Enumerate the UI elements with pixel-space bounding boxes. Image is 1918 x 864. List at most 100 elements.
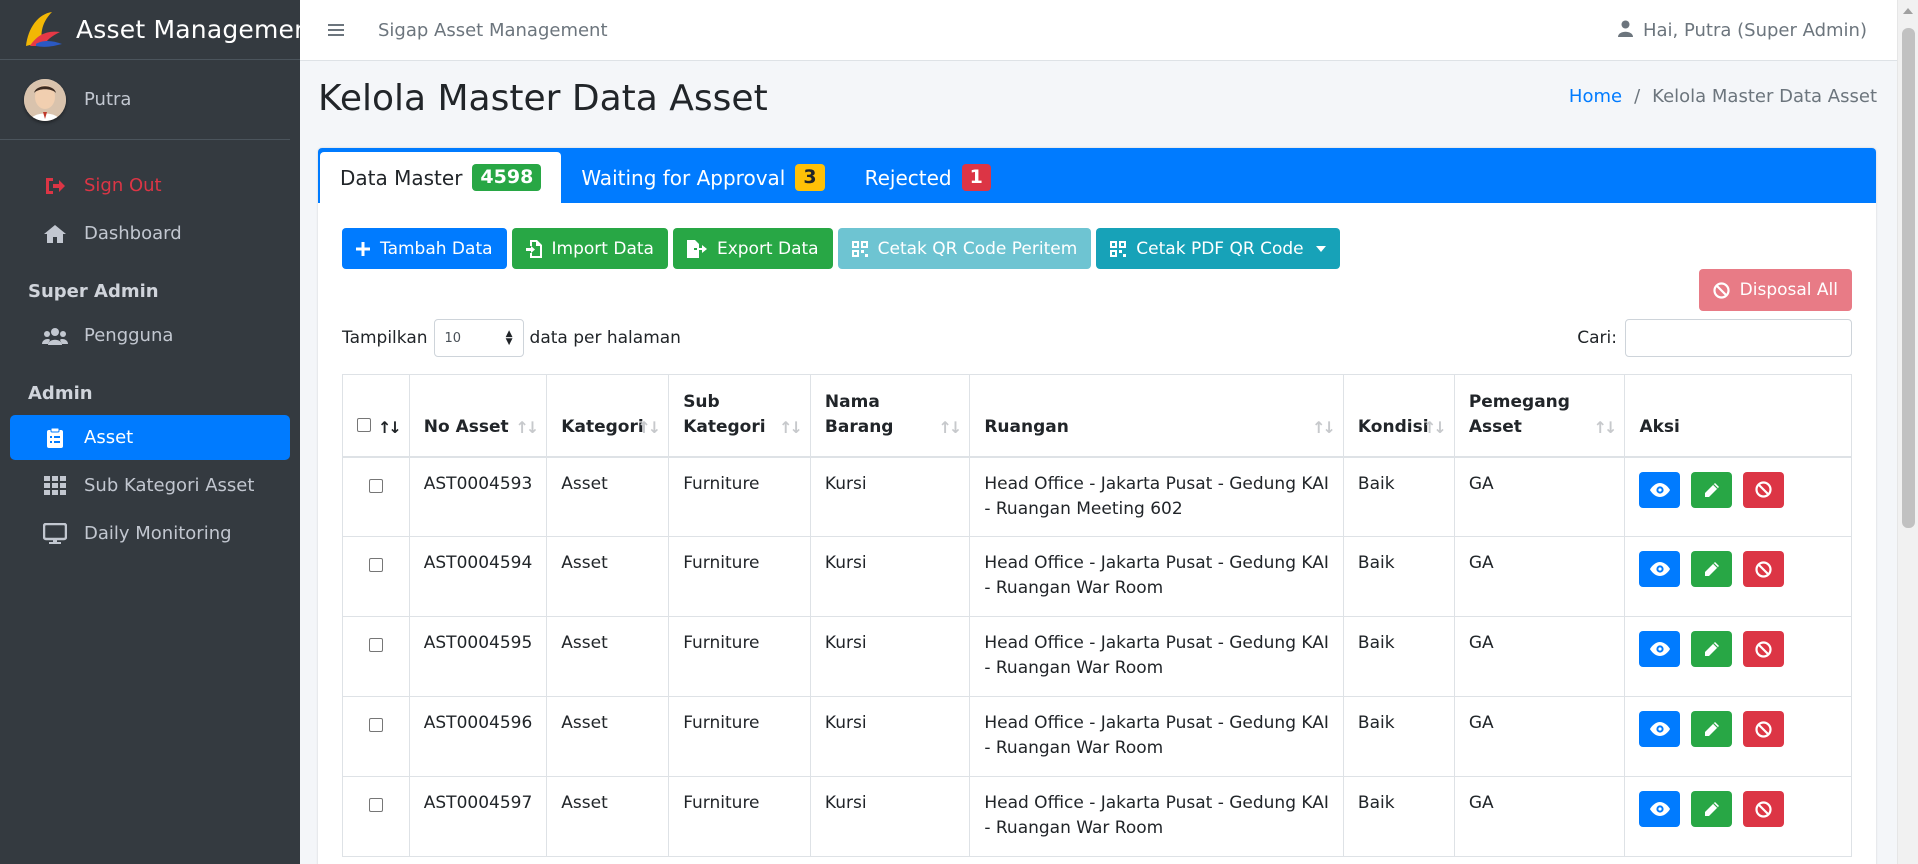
select-all-header[interactable]: ↑↓ (342, 374, 410, 458)
disposal-button[interactable] (1743, 631, 1785, 667)
sidebar-item-label: Sub Kategori Asset (84, 475, 255, 496)
view-button[interactable] (1639, 551, 1681, 587)
row-actions (1639, 791, 1837, 827)
header-kategori[interactable]: Kategori ↑↓ (546, 374, 670, 458)
breadcrumb-home-link[interactable]: Home (1569, 86, 1622, 107)
header-pemegang-asset[interactable]: Pemegang Asset ↑↓ (1453, 374, 1626, 458)
user-icon (1617, 20, 1633, 42)
cetak-qr-code-peritem-button[interactable]: Cetak QR Code Peritem (837, 228, 1092, 269)
disposal-button[interactable] (1743, 791, 1785, 827)
scroll-up-arrow-icon[interactable] (1903, 8, 1913, 14)
table-row: AST0004593 Asset Furniture Kursi Head Of… (342, 456, 1852, 537)
breadcrumb-separator: / (1634, 86, 1641, 107)
header-nama-barang[interactable]: Nama Barang ↑↓ (809, 374, 971, 458)
header-sub-kategori[interactable]: Sub Kategori ↑↓ (668, 374, 811, 458)
edit-button[interactable] (1691, 711, 1733, 747)
table-header-row: ↑↓ No Asset ↑↓ Kategori ↑↓ Sub Kategori ↑↓ N… (342, 374, 1852, 458)
view-button[interactable] (1639, 711, 1681, 747)
sidebar-item-sign-out[interactable]: Sign Out (10, 163, 290, 208)
page-length-control: Tampilkan 10 ▲ ▼ data per halaman (342, 319, 681, 357)
sidebar-item-dashboard[interactable]: Dashboard (10, 211, 290, 256)
cell-aksi (1624, 696, 1852, 777)
pencil-icon (1704, 802, 1719, 816)
disposal-button[interactable] (1743, 711, 1785, 747)
breadcrumb: Home / Kelola Master Data Asset (1569, 86, 1877, 107)
cell-no-asset: AST0004596 (408, 696, 548, 777)
pencil-icon (1704, 562, 1719, 576)
cell-no-asset: AST0004595 (408, 616, 548, 697)
table-row: AST0004596 Asset Furniture Kursi Head Of… (342, 696, 1852, 777)
caret-down-icon (1315, 245, 1326, 252)
user-panel[interactable]: Putra (0, 60, 290, 140)
cell-kategori: Asset (546, 776, 670, 857)
export-data-button[interactable]: Export Data (672, 228, 833, 269)
cell-sub-kategori: Furniture (668, 536, 811, 617)
brand[interactable]: Asset Management (0, 0, 300, 60)
header-no-asset[interactable]: No Asset ↑↓ (408, 374, 548, 458)
sort-icon: ↑↓ (1593, 417, 1618, 437)
ban-icon (1755, 560, 1773, 578)
cell-pemegang-asset: GA (1453, 776, 1626, 857)
clipboard-list-icon (42, 427, 68, 449)
sort-icon: ↑↓ (515, 417, 539, 437)
header-aksi: Aksi (1624, 374, 1852, 458)
view-button[interactable] (1639, 631, 1681, 667)
tab-rejected[interactable]: Rejected 1 (845, 152, 1011, 203)
topbar-user-menu[interactable]: Hai, Putra (Super Admin) (1617, 0, 1867, 61)
row-select-cell (342, 696, 410, 777)
edit-button[interactable] (1691, 551, 1733, 587)
ban-icon (1755, 720, 1773, 738)
search-label: Cari: (1577, 328, 1617, 348)
disposal-all-button[interactable]: Disposal All (1698, 269, 1852, 311)
row-checkbox[interactable] (368, 478, 383, 493)
sort-icon[interactable]: ↑↓ (378, 415, 402, 440)
pencil-icon (1704, 482, 1719, 497)
pencil-icon (1704, 722, 1719, 736)
search-input[interactable] (1625, 319, 1852, 357)
cell-nama-barang: Kursi (809, 456, 971, 537)
topbar-title[interactable]: Sigap Asset Management (378, 20, 608, 41)
brand-logo-icon (26, 11, 62, 47)
hamburger-menu-icon[interactable] (328, 18, 344, 43)
cell-sub-kategori: Furniture (668, 456, 811, 537)
row-checkbox[interactable] (368, 558, 383, 572)
header-label: Sub (683, 391, 720, 412)
view-button[interactable] (1639, 471, 1681, 508)
scroll-thumb[interactable] (1902, 28, 1915, 528)
select-all-checkbox[interactable] (357, 417, 371, 432)
table-row: AST0004597 Asset Furniture Kursi Head Of… (342, 776, 1852, 857)
select-arrows-icon: ▲ ▼ (505, 329, 513, 347)
sidebar-item-sub-kategori-asset[interactable]: Sub Kategori Asset (10, 463, 290, 508)
row-checkbox[interactable] (368, 798, 383, 812)
view-button[interactable] (1639, 791, 1681, 827)
row-checkbox[interactable] (368, 718, 383, 732)
edit-button[interactable] (1691, 791, 1733, 827)
header-ruangan[interactable]: Ruangan ↑↓ (969, 374, 1344, 458)
button-label: Import Data (551, 238, 654, 259)
cell-sub-kategori: Furniture (668, 696, 811, 777)
cetak-pdf-qr-code-dropdown[interactable]: Cetak PDF QR Code (1096, 228, 1340, 269)
tab-data-master[interactable]: Data Master 4598 (320, 152, 562, 203)
tab-waiting-for-approval[interactable]: Waiting for Approval 3 (561, 152, 844, 203)
page-size-select[interactable]: 10 ▲ ▼ (433, 319, 524, 357)
tambah-data-button[interactable]: Tambah Data (342, 228, 507, 269)
import-data-button[interactable]: Import Data (511, 228, 668, 269)
sidebar-item-pengguna[interactable]: Pengguna (10, 313, 290, 358)
cell-nama-barang: Kursi (809, 536, 971, 617)
disposal-button[interactable] (1743, 551, 1785, 587)
page-scrollbar[interactable] (1897, 0, 1918, 864)
row-checkbox[interactable] (368, 638, 383, 652)
sort-icon: ↑↓ (637, 417, 661, 437)
sidebar-item-daily-monitoring[interactable]: Daily Monitoring (10, 511, 290, 556)
edit-button[interactable] (1691, 631, 1733, 667)
disposal-button[interactable] (1743, 471, 1785, 508)
count-badge: 1 (961, 164, 991, 191)
cell-aksi (1624, 616, 1852, 697)
sidebar-item-asset[interactable]: Asset (10, 415, 290, 460)
tab-label: Rejected (864, 165, 952, 190)
edit-button[interactable] (1691, 471, 1733, 508)
header-label: No Asset (423, 416, 509, 437)
cell-aksi (1624, 536, 1852, 617)
cell-kondisi: Baik (1342, 456, 1455, 537)
header-kondisi[interactable]: Kondisi ↑↓ (1342, 374, 1455, 458)
